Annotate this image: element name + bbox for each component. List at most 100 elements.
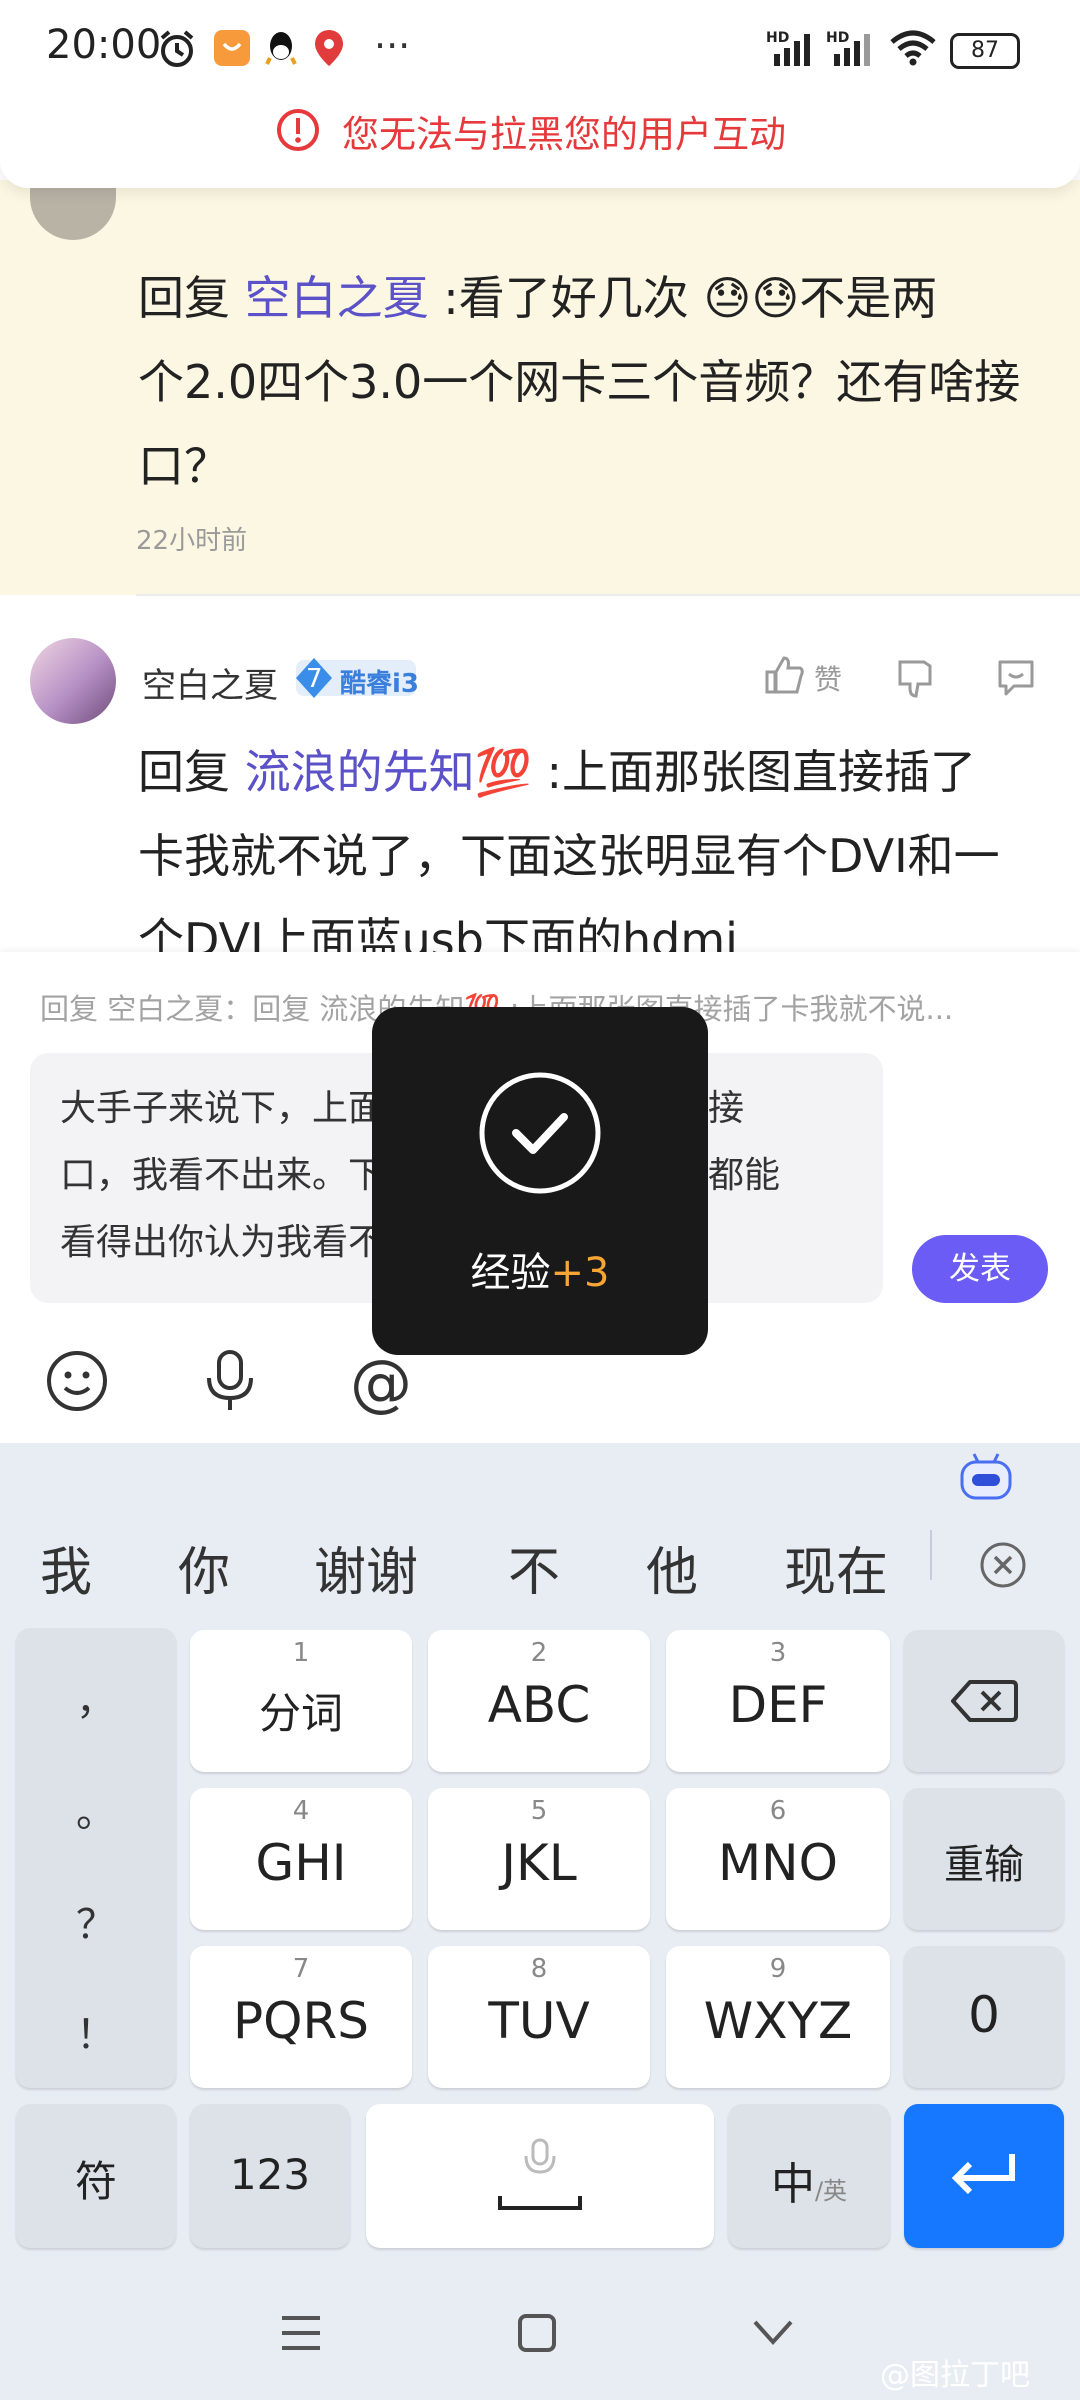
language-switch-key[interactable]: 中/英 (728, 2104, 890, 2248)
punct-period[interactable]: 。 (16, 1780, 176, 1838)
candidate[interactable]: 谢谢 (314, 1530, 418, 1605)
watermark: @图拉丁吧 (880, 2358, 1030, 2393)
clock: 20:00 (46, 22, 162, 68)
sweat-emoji-icon: 😓😓 (703, 271, 800, 325)
divider (136, 594, 1080, 596)
dislike-icon[interactable] (894, 656, 938, 704)
mention-link[interactable]: 空白之夏 (245, 271, 429, 325)
toast-plus: +3 (550, 1250, 610, 1296)
key-1[interactable]: 1 分词 (190, 1630, 412, 1772)
key-label: 123 (229, 2150, 311, 2199)
symbols-key[interactable]: 符 (16, 2104, 176, 2248)
reinput-key[interactable]: 重输 (904, 1788, 1064, 1930)
microphone-icon[interactable] (200, 1348, 260, 1418)
home-icon[interactable] (516, 2312, 558, 2358)
key-number: 3 (769, 1638, 787, 1668)
key-number: 1 (292, 1638, 310, 1668)
avatar[interactable] (30, 638, 116, 724)
post-button[interactable]: 发表 (912, 1235, 1048, 1303)
key-label: PQRS (233, 1992, 369, 2050)
key-label: WXYZ (703, 1992, 853, 2050)
reply-prefix: 回复 (138, 745, 230, 799)
key-8[interactable]: 8 TUV (428, 1946, 650, 2088)
key-label: 0 (968, 1986, 1000, 2044)
reply-text-line2: 个2.0四个3.0一个网卡三个音频？还有啥接 (138, 355, 1021, 409)
status-bar: 20:00 ··· HD HD 87 (0, 0, 1080, 100)
key-number: 4 (292, 1796, 310, 1826)
mention-link[interactable]: 流浪的先知💯 (245, 745, 532, 799)
punct-comma[interactable]: ， (16, 1668, 176, 1726)
key-7[interactable]: 7 PQRS (190, 1946, 412, 2088)
key-6[interactable]: 6 MNO (666, 1788, 890, 1930)
candidate[interactable]: 你 (178, 1530, 230, 1605)
signal-icon (770, 28, 816, 68)
punct-exclaim[interactable]: ！ (16, 2002, 176, 2060)
toast-text: 经验 (470, 1250, 551, 1296)
close-candidates-icon[interactable] (978, 1540, 1028, 1594)
checkmark-icon (478, 1071, 602, 1199)
key-3[interactable]: 3 DEF (666, 1630, 890, 1772)
key-label: JKL (501, 1834, 577, 1892)
signal-icon-2 (830, 28, 876, 68)
key-2[interactable]: 2 ABC (428, 1630, 650, 1772)
reply-text: :看了好几次 (443, 271, 689, 325)
menu-icon[interactable] (280, 2312, 322, 2358)
candidate-divider (930, 1530, 932, 1580)
qq-icon (264, 28, 298, 68)
key-label: 分词 (258, 1689, 343, 1738)
map-pin-icon (312, 28, 346, 68)
key-label: 重输 (944, 1842, 1024, 1888)
reply-time: 22小时前 (136, 526, 248, 556)
at-mention-icon[interactable]: @ (350, 1346, 412, 1419)
username[interactable]: 空白之夏 (142, 658, 278, 707)
space-key[interactable] (366, 2104, 714, 2248)
candidate[interactable]: 不 (508, 1530, 560, 1605)
reply-text-line3: 口？ (138, 439, 230, 493)
lang-main: 中 (770, 2159, 815, 2210)
key-label: ABC (487, 1676, 591, 1734)
key-number: 2 (530, 1638, 548, 1668)
level-number: 7 (306, 664, 323, 694)
enter-key[interactable] (904, 2104, 1064, 2248)
emoji-icon[interactable] (44, 1348, 110, 1418)
punctuation-column[interactable]: ， 。 ？ ！ (16, 1628, 176, 2088)
like-icon[interactable] (764, 654, 804, 702)
key-number: 8 (530, 1954, 548, 1984)
like-label[interactable]: 赞 (814, 658, 842, 698)
candidate[interactable]: 我 (40, 1530, 92, 1605)
key-4[interactable]: 4 GHI (190, 1788, 412, 1930)
back-icon[interactable] (752, 2316, 794, 2354)
toast-label: 经验+3 (372, 1240, 708, 1298)
numbers-key[interactable]: 123 (190, 2104, 350, 2248)
reply-prefix: 回复 (138, 271, 230, 325)
reply-body: 回复 空白之夏 :看了好几次 😓😓不是两 个2.0四个3.0一个网卡三个音频？还… (138, 256, 1058, 508)
candidate[interactable]: 他 (646, 1530, 698, 1605)
punct-question[interactable]: ？ (16, 1892, 176, 1950)
comment-icon[interactable] (994, 656, 1038, 704)
key-label: GHI (255, 1834, 347, 1892)
backspace-key[interactable] (904, 1630, 1064, 1772)
comment-text-line2: 卡我就不说了，下面这张明显有个DVI和一 (138, 829, 1000, 883)
enter-icon (951, 2154, 1015, 2195)
key-label: MNO (718, 1834, 838, 1892)
key-0[interactable]: 0 (904, 1946, 1064, 2088)
key-number: 7 (292, 1954, 310, 1984)
battery-indicator: 87 (950, 33, 1020, 69)
key-label: 符 (74, 2157, 117, 2206)
comment-body: 回复 流浪的先知💯 :上面那张图直接插了 卡我就不说了，下面这张明显有个DVI和… (138, 730, 1058, 954)
level-title: 酷睿i3 (340, 669, 420, 699)
key-label: DEF (728, 1676, 828, 1734)
key-5[interactable]: 5 JKL (428, 1788, 650, 1930)
key-9[interactable]: 9 WXYZ (666, 1946, 890, 2088)
key-number: 9 (769, 1954, 787, 1984)
key-label: TUV (488, 1992, 590, 2050)
key-number: 5 (530, 1796, 548, 1826)
reply-text-cont: 不是两 (799, 271, 938, 325)
comment-text-line3: 个DVI上面蓝usb下面的hdmi (138, 913, 738, 954)
candidate[interactable]: 现在 (784, 1530, 888, 1605)
robot-assistant-icon[interactable] (958, 1448, 1014, 1508)
shop-app-icon (212, 28, 252, 68)
space-voice-icon (498, 2138, 582, 2210)
notice-text: 您无法与拉黑您的用户互动 (342, 113, 786, 156)
wifi-icon (888, 28, 938, 68)
